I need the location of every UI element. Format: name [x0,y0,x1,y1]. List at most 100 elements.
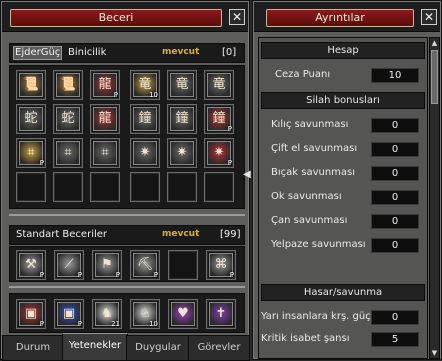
skill-slot[interactable]: ▣ P [54,299,84,329]
skill-slot[interactable]: 龍 [90,104,120,134]
skill-level-badge: P [77,271,82,279]
available-points-label: mevcut [162,47,200,57]
pinwheel-icon: ✷ [170,141,194,165]
skill-level-badge: P [115,271,120,279]
tab-durum[interactable]: Durum [2,335,64,361]
standard-skills-title: Standart Beceriler [16,229,108,240]
skill-slot[interactable]: 📜 [53,70,83,100]
skill-slot[interactable]: ⌗ [53,138,83,168]
penalty-value: 10 [371,68,419,83]
weapon-stat-label: Çan savunması [271,215,348,226]
skill-slot[interactable]: ✝ [206,299,236,329]
coiled-dragon-icon: 蛇 [19,107,43,131]
details-window-title: Ayrıntılar [266,9,414,27]
skill-level-badge: P [39,320,44,328]
damage-stat-value: 5 [371,332,419,347]
red-dragon-icon: 龍 [93,107,117,131]
collapse-arrow-icon[interactable]: ◀ [243,168,251,182]
skill-slot[interactable]: ✷ P [204,138,234,168]
details-scrollbar[interactable]: ▲ ▼ [429,37,440,359]
skill-slot[interactable]: 龍P [90,70,120,100]
details-window: Ayrıntılar ✕ Hesap Ceza Puanı 10 Silah b… [252,0,442,360]
skills-titlebar[interactable]: Beceri ✕ [2,2,248,32]
damage-stat-label: Kritik isabet şansı [261,333,350,344]
close-icon: ✕ [231,10,243,24]
skill-slot[interactable]: 鐘 [167,104,197,134]
available-points-number: 0 [225,47,233,58]
skill-slot[interactable]: ⌗ P [16,138,46,168]
skill-slot[interactable]: 竜 10 [130,70,160,100]
empty-skill-slot[interactable] [167,172,197,202]
skill-slot[interactable]: ⌗ [90,138,120,168]
skill-group1-header: EjderGüç Binicilik mevcut [0] [9,43,245,63]
skill-slot[interactable]: 鐘P [204,104,234,134]
tab-yetenekler[interactable]: Yetenekler [62,333,128,361]
available-points-value: [0] [222,47,237,58]
skill-slot[interactable]: ✷ [130,138,160,168]
skill-level-badge: P [39,159,44,167]
skill-slot[interactable]: 竜 [167,70,197,100]
bottom-skill-row: ▣ P ▣ P ♞ 21 ♘ 10 ♥ ✝ [9,293,245,333]
skills-close-button[interactable]: ✕ [229,9,245,25]
skill-slot[interactable]: ⚒ P [16,250,46,280]
skill-slot[interactable]: 蛇 [53,104,83,134]
skill-slot[interactable]: ⚑ P [92,250,122,280]
damage-stat-label: Yarı insanlara krş. güç [261,311,371,322]
weapon-stat-value: 0 [371,214,419,229]
weapon-stat-label: Ok savunması [271,191,342,202]
empty-skill-slot[interactable] [168,250,198,280]
skill-slot[interactable]: ⟋ P [54,250,84,280]
skills-tab-strip: Durum Yetenekler Duygular Görevler [2,333,250,361]
details-titlebar[interactable]: Ayrıntılar ✕ [254,2,440,32]
purple-heart-icon: ♥ [171,302,195,326]
skill-slot[interactable]: ♞ 21 [92,299,122,329]
tab-ejderguc[interactable]: EjderGüç [13,46,63,60]
pinwheel-icon: ✷ [133,141,157,165]
skill-level-badge: P [229,271,234,279]
tab-duygular[interactable]: Duygular [126,335,190,361]
tab-gorevler[interactable]: Görevler [188,335,250,361]
skill-slot[interactable]: ♥ [168,299,198,329]
scroll-up-icon[interactable]: ▲ [430,38,439,48]
tab-binicilik[interactable]: Binicilik [68,47,106,59]
lattice-icon: ⌗ [93,141,117,165]
skill-slot[interactable]: 鐘 [130,104,160,134]
weapon-stat-label: Kılıç savunması [271,119,349,130]
scroll-thumb[interactable] [431,50,438,104]
weapon-stat-label: Bıçak savunması [271,167,356,178]
skill-level-badge: 10 [149,91,158,99]
skill-slot[interactable]: 竜 [204,70,234,100]
skill-level-badge: 21 [111,320,120,328]
skill-slot[interactable]: ⌘ P [206,250,236,280]
skill-level-badge: P [227,125,232,133]
skill-slot[interactable]: ⛏ P [130,250,160,280]
bell-icon: 鐘 [133,107,157,131]
skill-level-badge: 10 [149,320,158,328]
close-icon: ✕ [423,10,435,24]
empty-skill-slot[interactable] [16,172,46,202]
weapon-stat-label: Çift el savunması [271,143,358,154]
skill-slot[interactable]: ▣ P [16,299,46,329]
section-weapon-bonuses: Silah bonusları [261,92,425,109]
empty-skill-slot[interactable] [204,172,234,202]
empty-skill-slot[interactable] [90,172,120,202]
skill-slot[interactable]: ✷ [167,138,197,168]
coiled-dragon-icon: 蛇 [56,107,80,131]
standard-points-value: [99] [220,229,241,240]
panel-divider-2 [9,286,245,288]
empty-skill-slot[interactable] [53,172,83,202]
weapon-stat-value: 0 [371,190,419,205]
skill-slot[interactable]: 蛇 [16,104,46,134]
details-close-button[interactable]: ✕ [421,9,437,25]
standard-points-number: 99 [223,229,237,240]
scroll-down-icon[interactable]: ▼ [430,348,439,358]
lattice-icon: ⌗ [56,141,80,165]
weapon-stat-value: 0 [371,118,419,133]
weapon-stat-label: Yelpaze savunması [271,239,366,250]
bell-icon: 鐘 [170,107,194,131]
skill-level-badge: P [227,159,232,167]
empty-skill-slot[interactable] [130,172,160,202]
standard-points-label: mevcut [162,229,200,239]
skill-slot[interactable]: 📜 [16,70,46,100]
skill-slot[interactable]: ♘ 10 [130,299,160,329]
